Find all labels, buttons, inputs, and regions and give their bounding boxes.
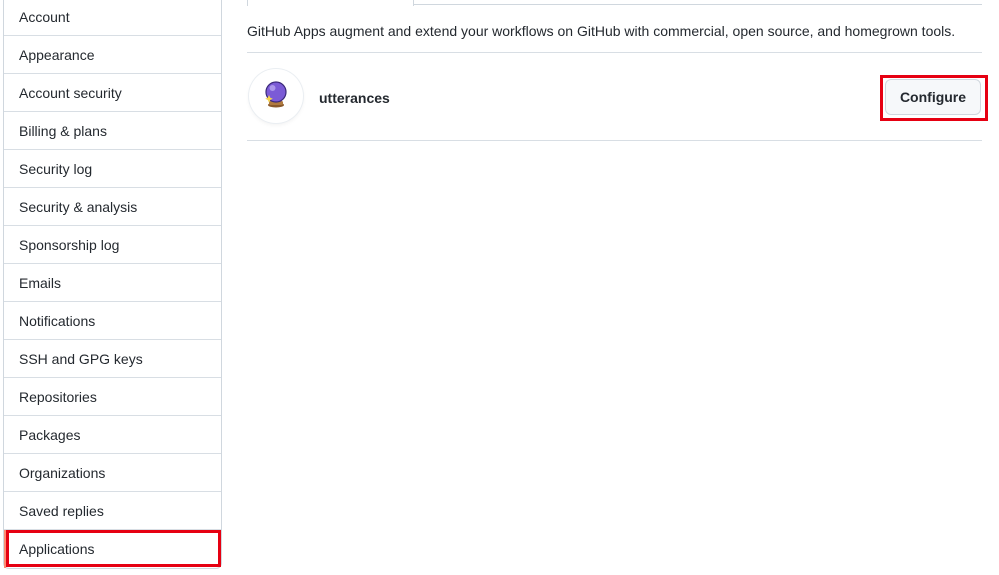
sidebar-item-label: Packages xyxy=(19,426,81,443)
sidebar-item-label: Saved replies xyxy=(19,502,104,519)
configure-button[interactable]: Configure xyxy=(885,79,981,115)
sidebar-item-security-analysis[interactable]: Security & analysis xyxy=(4,188,221,226)
github-settings-page: Account Appearance Account security Bill… xyxy=(0,0,999,575)
sidebar-item-label: Account security xyxy=(19,84,122,101)
sidebar-item-saved-replies[interactable]: Saved replies xyxy=(4,492,221,530)
sidebar-item-billing-plans[interactable]: Billing & plans xyxy=(4,112,221,150)
sidebar-item-label: Repositories xyxy=(19,388,97,405)
settings-sidebar: Account Appearance Account security Bill… xyxy=(3,0,222,569)
sidebar-item-appearance[interactable]: Appearance xyxy=(4,36,221,74)
sidebar-item-label: Organizations xyxy=(19,464,106,481)
sidebar-item-organizations[interactable]: Organizations xyxy=(4,454,221,492)
sidebar-item-label: SSH and GPG keys xyxy=(19,350,143,367)
sidebar-item-repositories[interactable]: Repositories xyxy=(4,378,221,416)
sidebar-item-account[interactable]: Account xyxy=(4,0,221,36)
sidebar-item-notifications[interactable]: Notifications xyxy=(4,302,221,340)
tab-selected[interactable] xyxy=(247,0,414,6)
sidebar-item-emails[interactable]: Emails xyxy=(4,264,221,302)
app-avatar xyxy=(249,69,303,123)
sidebar-item-label: Security log xyxy=(19,160,93,177)
sidebar-item-label: Appearance xyxy=(19,46,95,63)
sidebar-item-packages[interactable]: Packages xyxy=(4,416,221,454)
sidebar-item-label: Notifications xyxy=(19,312,96,329)
sidebar-item-sponsorship-log[interactable]: Sponsorship log xyxy=(4,226,221,264)
tab-strip xyxy=(247,0,982,6)
sidebar-item-label: Account xyxy=(19,8,70,25)
sidebar-item-label: Applications xyxy=(19,541,95,557)
sidebar-item-account-security[interactable]: Account security xyxy=(4,74,221,112)
crystal-ball-icon xyxy=(261,79,291,114)
sidebar-item-applications[interactable]: Applications xyxy=(4,530,221,568)
sidebar-item-security-log[interactable]: Security log xyxy=(4,150,221,188)
sidebar-item-ssh-gpg-keys[interactable]: SSH and GPG keys xyxy=(4,340,221,378)
tab-underline xyxy=(414,4,982,5)
installed-app-row: utterances Configure xyxy=(247,53,982,141)
sidebar-item-label: Security & analysis xyxy=(19,198,138,215)
apps-intro-text: GitHub Apps augment and extend your work… xyxy=(247,23,956,39)
app-name[interactable]: utterances xyxy=(319,90,390,106)
sidebar-item-label: Billing & plans xyxy=(19,122,107,139)
sidebar-item-label: Emails xyxy=(19,274,62,291)
sidebar-item-label: Sponsorship log xyxy=(19,236,120,253)
